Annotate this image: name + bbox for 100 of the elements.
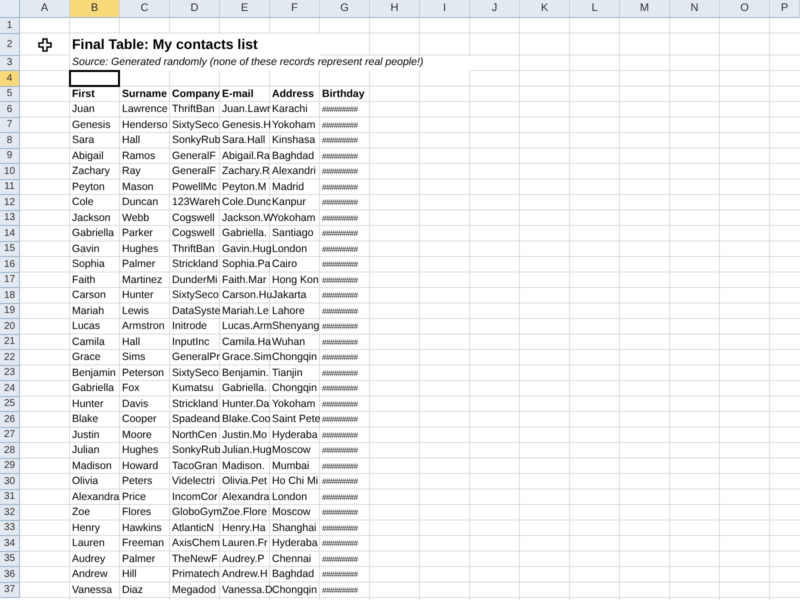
table-cell: Cogswell — [172, 210, 215, 226]
row-header[interactable]: 8 — [0, 133, 20, 148]
table-cell: 123Wareh — [172, 195, 220, 210]
row-header[interactable]: 3 — [0, 56, 20, 71]
row-header[interactable]: 15 — [0, 242, 20, 257]
column-header[interactable]: L — [570, 0, 620, 17]
table-cell-text: ######### — [322, 135, 358, 147]
row-header[interactable]: 14 — [0, 226, 20, 242]
row-header[interactable]: 9 — [0, 148, 20, 164]
active-cell[interactable] — [69, 70, 120, 87]
row-header[interactable]: 24 — [0, 381, 20, 396]
row-header[interactable]: 22 — [0, 350, 20, 366]
table-cell: Davis — [122, 396, 148, 412]
table-cell: Shanghai — [272, 520, 316, 536]
row-header[interactable]: 35 — [0, 552, 20, 567]
table-cell: Freeman — [122, 536, 164, 551]
row-header[interactable]: 12 — [0, 195, 20, 210]
table-cell: Sophia — [72, 257, 105, 272]
column-header[interactable]: O — [720, 0, 770, 17]
table-cell: E-mail — [222, 86, 254, 102]
row-header[interactable]: 23 — [0, 366, 20, 381]
column-header[interactable]: P — [770, 0, 800, 17]
table-cell: Abigail — [72, 148, 104, 164]
table-cell: Palmer — [122, 552, 156, 566]
table-cell: Faith — [72, 272, 96, 288]
row-header[interactable]: 29 — [0, 458, 20, 474]
table-cell: Webb — [122, 210, 150, 226]
table-cell: SixtySeco — [172, 366, 219, 380]
table-cell: Benjamin. — [222, 366, 269, 380]
row-header[interactable]: 7 — [0, 118, 20, 133]
table-cell: Lucas — [72, 319, 100, 334]
column-header[interactable]: M — [620, 0, 670, 17]
row-header[interactable]: 25 — [0, 396, 20, 412]
table-cell: Address — [272, 86, 314, 102]
row-header[interactable]: 11 — [0, 180, 20, 195]
row-header[interactable]: 37 — [0, 582, 20, 598]
row-header[interactable]: 4 — [0, 71, 20, 86]
column-header[interactable]: D — [170, 0, 220, 17]
table-cell: Genesis.H — [222, 118, 272, 132]
table-cell: Wuhan — [272, 334, 306, 350]
table-cell: Jackson.W — [222, 210, 274, 226]
table-cell: Sims — [122, 350, 146, 365]
row-header[interactable]: 20 — [0, 319, 20, 334]
column-header[interactable]: K — [520, 0, 570, 17]
table-cell: Zachary — [72, 164, 110, 179]
row-header[interactable]: 5 — [0, 86, 20, 102]
row-header[interactable]: 2 — [0, 34, 20, 56]
row-header[interactable]: 34 — [0, 536, 20, 552]
column-header[interactable]: G — [320, 0, 370, 17]
table-cell: Palmer — [122, 257, 156, 272]
table-cell: Lauren — [72, 536, 105, 551]
column-header[interactable]: A — [20, 0, 70, 17]
table-cell: Henderso — [122, 118, 168, 132]
table-cell: Madison — [72, 458, 112, 474]
table-cell: NorthCen — [172, 428, 217, 442]
table-cell: Martinez — [122, 272, 162, 288]
table-cell: Hunter.Da — [222, 396, 270, 412]
table-cell: Lahore — [272, 304, 305, 318]
row-header[interactable]: 32 — [0, 505, 20, 520]
table-cell-text: ######### — [322, 150, 358, 162]
table-cell: Audrey.P — [222, 552, 264, 566]
row-header[interactable]: 33 — [0, 520, 20, 536]
table-cell: Jackson — [72, 210, 111, 226]
column-header[interactable]: F — [270, 0, 320, 17]
column-header[interactable]: N — [670, 0, 720, 17]
column-header[interactable]: B — [70, 0, 120, 17]
column-header[interactable]: H — [370, 0, 420, 17]
table-cell-text: ######### — [322, 321, 358, 333]
column-header[interactable]: J — [470, 0, 520, 17]
row-header[interactable]: 16 — [0, 257, 20, 272]
row-header[interactable]: 10 — [0, 164, 20, 180]
table-cell: Carson.Hu — [222, 288, 272, 303]
row-header[interactable]: 30 — [0, 474, 20, 490]
column-header[interactable]: E — [220, 0, 270, 17]
row-header[interactable]: 1 — [0, 18, 20, 34]
table-cell-text: ######### — [322, 368, 358, 380]
column-header[interactable]: C — [120, 0, 170, 17]
row-header[interactable]: 28 — [0, 443, 20, 458]
row-header[interactable]: 36 — [0, 567, 20, 582]
row-header[interactable]: 18 — [0, 288, 20, 304]
table-cell: Sara — [72, 133, 94, 148]
row-header[interactable]: 19 — [0, 304, 20, 319]
table-cell: Chennai — [272, 552, 312, 566]
table-cell: Ray — [122, 164, 141, 179]
table-cell: Spadeand — [172, 412, 220, 427]
column-header[interactable]: I — [420, 0, 470, 17]
row-header[interactable]: 13 — [0, 210, 20, 226]
table-cell-text: ######### — [322, 352, 358, 364]
table-cell-text: ######### — [322, 274, 358, 286]
table-cell: Moore — [122, 428, 152, 442]
row-header[interactable]: 21 — [0, 334, 20, 350]
table-cell-text: ######### — [322, 120, 358, 132]
row-header[interactable]: 17 — [0, 272, 20, 288]
row-header[interactable]: 27 — [0, 428, 20, 443]
table-cell: Duncan — [122, 195, 158, 210]
table-cell: Olivia — [72, 474, 98, 489]
table-cell: Kanpur — [272, 195, 306, 210]
row-header[interactable]: 31 — [0, 490, 20, 505]
row-header[interactable]: 26 — [0, 412, 20, 428]
row-header[interactable]: 6 — [0, 102, 20, 118]
